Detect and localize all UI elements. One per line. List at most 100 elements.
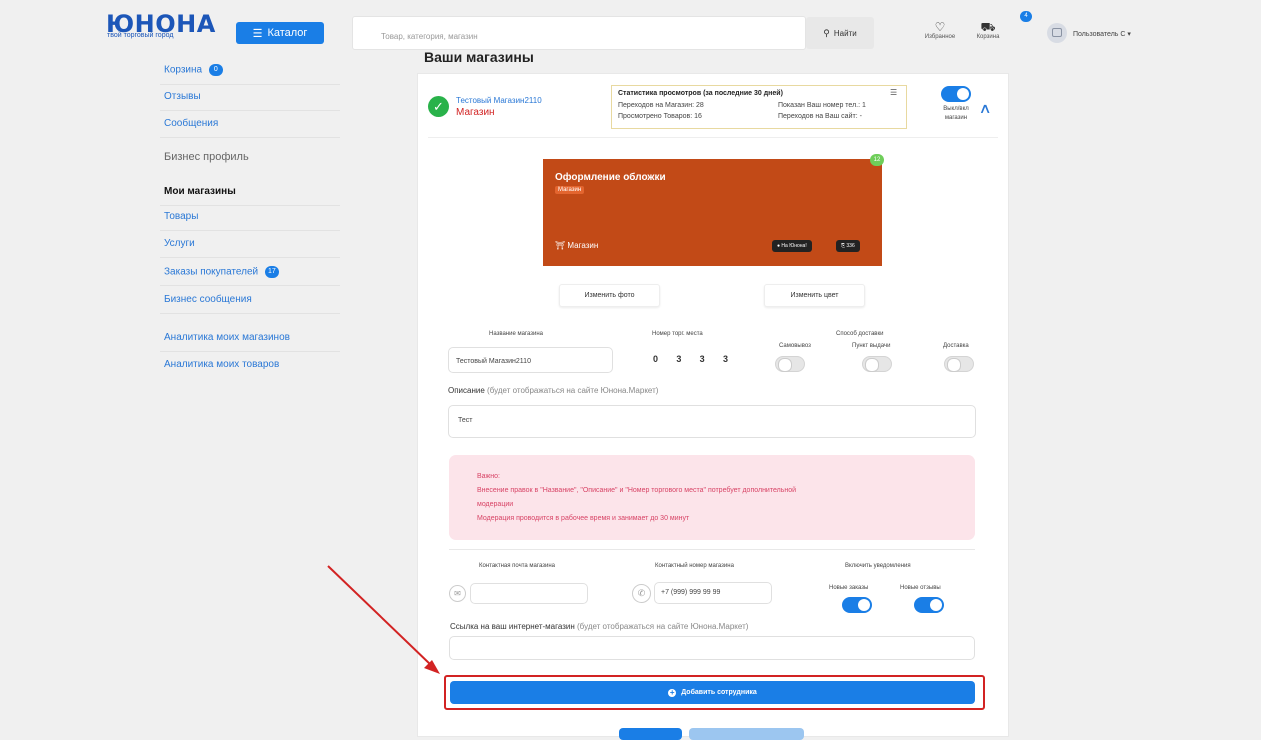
notice-title: Важно: xyxy=(477,473,500,480)
sidebar-item-reviews[interactable]: Отзывы xyxy=(164,91,201,102)
sidebar-item-products[interactable]: Товары xyxy=(164,211,198,222)
cover-edit-badge[interactable]: 12 xyxy=(870,154,884,166)
orders-badge: 17 xyxy=(264,266,279,278)
website-link-label: Ссылка на ваш интернет-магазин (будет от… xyxy=(450,622,749,631)
shop-name-link[interactable]: Тестовый Магазин2110 xyxy=(456,96,542,105)
cart-icon: ⛟ xyxy=(980,20,996,34)
stats-product-views: Просмотрено Товаров: 16 xyxy=(618,113,702,120)
heart-icon: ♡ xyxy=(934,20,946,34)
shop-type: Магазин xyxy=(456,107,495,118)
sidebar-item-customer-orders[interactable]: Заказы покупателей 17 xyxy=(164,266,279,278)
website-link-field[interactable] xyxy=(449,636,975,660)
pickup-point-label: Пункт выдачи xyxy=(852,343,891,349)
phone-icon: ✆ xyxy=(632,584,651,603)
sidebar-divider xyxy=(160,137,340,138)
plus-circle-icon: + xyxy=(668,687,677,697)
sidebar-item-product-analytics[interactable]: Аналитика моих товаров xyxy=(164,359,279,370)
shop-publish-toggle[interactable] xyxy=(941,86,971,102)
sidebar-item-messages[interactable]: Сообщения xyxy=(164,118,218,129)
stats-title: Статистика просмотров (за последние 30 д… xyxy=(618,90,783,97)
notice-text: модерации xyxy=(477,501,514,508)
email-icon: ✉ xyxy=(449,585,466,602)
business-profile-heading: Бизнес профиль xyxy=(164,151,249,163)
search-button[interactable]: ⚲ Найти xyxy=(806,17,874,49)
sidebar-item-shop-analytics[interactable]: Аналитика моих магазинов xyxy=(164,332,290,343)
email-field[interactable] xyxy=(470,583,588,604)
cart-badge: 0 xyxy=(208,64,223,76)
page-title: Ваши магазины xyxy=(424,49,534,65)
pickup-toggle[interactable] xyxy=(775,356,805,372)
sidebar-divider xyxy=(160,84,340,85)
delivery-label: Доставка xyxy=(943,343,969,349)
secondary-button[interactable] xyxy=(689,728,804,740)
moderation-notice: Важно: Внесение правок в "Название", "Оп… xyxy=(449,455,975,540)
sidebar-item-business-messages[interactable]: Бизнес сообщения xyxy=(164,294,252,305)
add-employee-button[interactable]: + Добавить сотрудника xyxy=(450,681,975,704)
notice-text: Внесение правок в "Название", "Описание"… xyxy=(477,487,797,494)
notifications-label: Включить уведомления xyxy=(845,563,911,569)
sidebar-item-cart[interactable]: Корзина 0 xyxy=(164,64,223,76)
annotation-arrow xyxy=(327,565,440,674)
new-reviews-toggle[interactable] xyxy=(914,597,944,613)
chevron-up-icon[interactable]: ∧ xyxy=(978,100,991,117)
divider xyxy=(449,549,975,550)
check-icon: ✓ xyxy=(428,96,449,117)
cover-count-button: ⎘ 336 xyxy=(836,240,860,252)
cart-count-badge: 4 xyxy=(1020,11,1032,22)
place-number-label: Номер торг. места xyxy=(652,331,703,337)
phone-field[interactable]: +7 (999) 999 99 99 xyxy=(654,582,772,604)
user-menu[interactable]: Пользователь С ▾ xyxy=(1073,30,1131,38)
cover-footer-label: Магазин xyxy=(567,241,599,250)
cover-preview: Оформление обложки Магазин ⛩ Магазин ● Н… xyxy=(543,159,882,266)
sidebar-divider xyxy=(160,285,340,286)
sidebar-divider xyxy=(160,205,340,206)
stats-menu-icon[interactable]: ☰ xyxy=(890,88,897,97)
save-button[interactable] xyxy=(619,728,682,740)
pickup-point-toggle[interactable] xyxy=(862,356,892,372)
stats-site-visits: Переходов на Ваш сайт: - xyxy=(778,113,862,120)
cart-label: Корзина xyxy=(976,34,1000,40)
catalog-button[interactable]: ☰ Каталог xyxy=(236,22,324,44)
pickup-label: Самовывоз xyxy=(779,343,811,349)
delivery-toggle[interactable] xyxy=(944,356,974,372)
sidebar-divider xyxy=(160,313,340,314)
stats-phone-shown: Показан Ваш номер тел.: 1 xyxy=(778,102,866,109)
avatar[interactable] xyxy=(1047,23,1067,43)
sidebar-divider xyxy=(160,110,340,111)
place-number-field[interactable]: 0 3 3 3 xyxy=(653,354,728,364)
change-photo-button[interactable]: Изменить фото xyxy=(559,284,660,307)
stats-shop-visits: Переходов на Магазин: 28 xyxy=(618,102,704,109)
add-employee-label: Добавить сотрудника xyxy=(681,689,757,696)
sidebar-divider xyxy=(160,230,340,231)
search-placeholder: Товар, категория, магазин xyxy=(381,32,478,41)
place-digit[interactable]: 3 xyxy=(700,354,705,364)
menu-icon: ☰ xyxy=(252,27,263,40)
sidebar-divider xyxy=(160,257,340,258)
cover-tag: Магазин xyxy=(555,186,585,194)
search-input[interactable]: Товар, категория, магазин xyxy=(352,16,806,50)
place-digit[interactable]: 3 xyxy=(723,354,728,364)
new-orders-toggle[interactable] xyxy=(842,597,872,613)
search-icon: ⚲ xyxy=(823,27,830,38)
description-label: Описание (будет отображаться на сайте Юн… xyxy=(448,386,659,395)
sidebar-item-services[interactable]: Услуги xyxy=(164,238,195,249)
description-textarea[interactable]: Тест xyxy=(448,405,976,438)
notice-text: Модерация проводится в рабочее время и з… xyxy=(477,515,690,522)
cart-link[interactable]: ⛟ Корзина xyxy=(968,20,1008,40)
place-digit[interactable]: 0 xyxy=(653,354,658,364)
stats-box: Статистика просмотров (за последние 30 д… xyxy=(611,85,907,129)
delivery-method-label: Способ доставки xyxy=(836,331,884,337)
user-icon xyxy=(1052,28,1062,37)
shop-name-field[interactable]: Тестовый Магазин2110 xyxy=(448,347,613,373)
change-color-button[interactable]: Изменить цвет xyxy=(764,284,865,307)
favorites-link[interactable]: ♡ Избранное xyxy=(916,20,964,40)
cover-footer: ⛩ Магазин xyxy=(555,241,598,250)
sidebar-item-my-shops[interactable]: Мои магазины xyxy=(164,186,236,197)
search-button-label: Найти xyxy=(833,28,857,38)
new-reviews-label: Новые отзывы xyxy=(900,585,941,591)
divider xyxy=(428,137,998,138)
cover-title: Оформление обложки xyxy=(555,172,666,183)
place-digit[interactable]: 3 xyxy=(676,354,681,364)
catalog-label: Каталог xyxy=(267,27,308,39)
phone-label: Контактный номер магазина xyxy=(655,563,734,569)
